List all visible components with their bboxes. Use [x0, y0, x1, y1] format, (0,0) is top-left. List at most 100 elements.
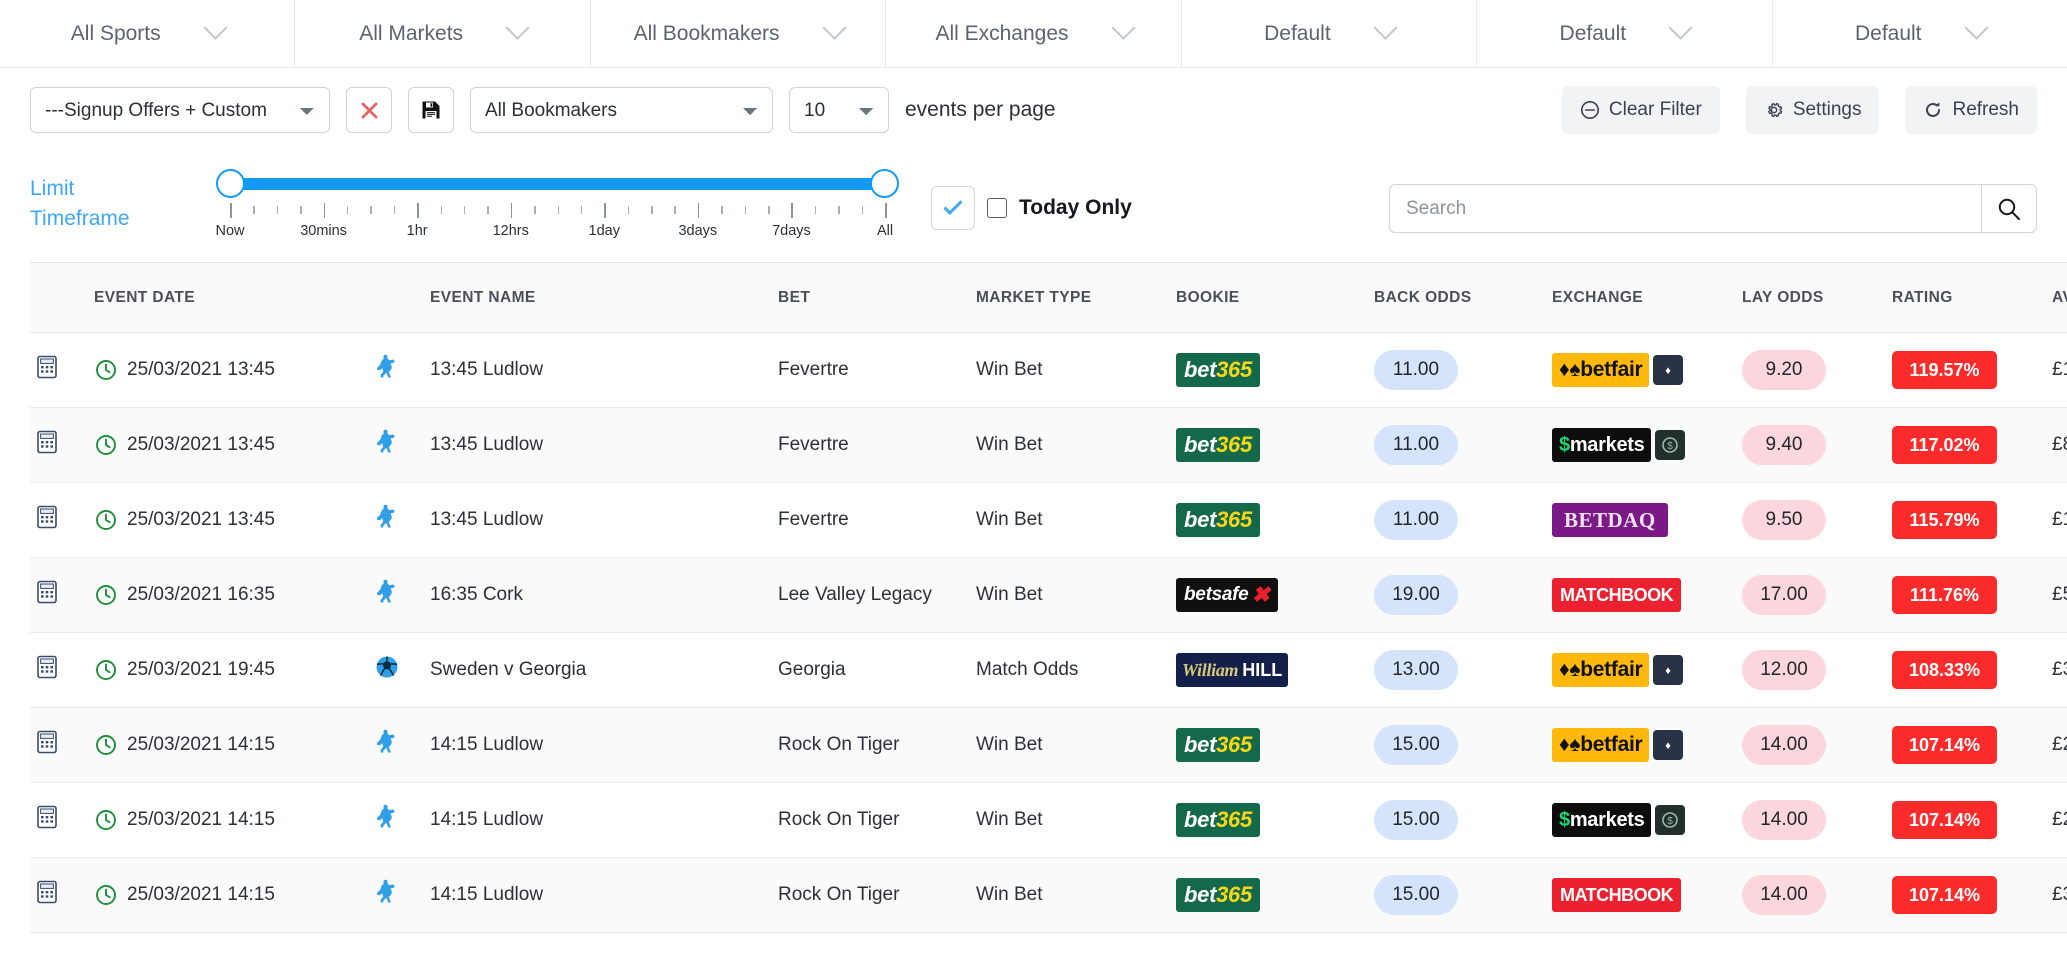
top-filter-default-1[interactable]: Default: [1182, 0, 1478, 67]
cell-bookie[interactable]: bet 365: [1170, 482, 1368, 558]
cell-exchange[interactable]: BETDAQ: [1546, 482, 1736, 558]
matchbook-exchange[interactable]: MATCHBOOK: [1552, 578, 1730, 612]
delete-preset-button[interactable]: [346, 87, 392, 133]
bet365-logo[interactable]: bet 365: [1176, 353, 1260, 387]
table-row[interactable]: 25/03/2021 13:45 13:45 Ludlow Fevertre Win …: [30, 332, 2067, 408]
cell-event-name[interactable]: 13:45 Ludlow: [424, 407, 772, 483]
calculator-icon[interactable]: [36, 655, 58, 679]
apply-filter-checkbox[interactable]: [931, 186, 975, 230]
smarkets-exchange[interactable]: $ markets $: [1552, 803, 1730, 837]
calculator-icon[interactable]: [36, 730, 58, 754]
table-row[interactable]: 25/03/2021 19:45 Sweden v Georgia Georgia M…: [30, 632, 2067, 708]
today-only-checkbox[interactable]: [987, 198, 1007, 218]
table-row[interactable]: 25/03/2021 14:15 14:15 Ludlow Rock On Tige…: [30, 707, 2067, 783]
cell-calculator[interactable]: [30, 782, 88, 858]
betdaq-exchange[interactable]: BETDAQ: [1552, 503, 1730, 537]
table-header-market_type[interactable]: MARKET TYPE: [970, 262, 1170, 333]
bet365-logo[interactable]: bet 365: [1176, 728, 1260, 762]
matchbook-exchange[interactable]: MATCHBOOK: [1552, 878, 1730, 912]
cell-calculator[interactable]: [30, 482, 88, 558]
table-header-exchange[interactable]: EXCHANGE: [1546, 262, 1736, 333]
events-per-page-select[interactable]: 10: [789, 87, 889, 133]
calculator-icon[interactable]: [36, 355, 58, 379]
top-filter-bookmakers[interactable]: All Bookmakers: [591, 0, 887, 67]
preset-select[interactable]: ---Signup Offers + Custom: [30, 87, 330, 133]
top-filter-default-3[interactable]: Default: [1773, 0, 2067, 67]
cell-event-name[interactable]: 13:45 Ludlow: [424, 332, 772, 408]
table-header-event_name[interactable]: EVENT NAME: [424, 262, 772, 333]
betfair-exchange[interactable]: ♦♠betfair ♦: [1552, 653, 1730, 687]
bet365-logo[interactable]: bet 365: [1176, 428, 1260, 462]
cell-exchange[interactable]: MATCHBOOK: [1546, 857, 1736, 933]
calculator-icon[interactable]: [36, 430, 58, 454]
bet365-logo[interactable]: bet 365: [1176, 503, 1260, 537]
cell-event-name[interactable]: 14:15 Ludlow: [424, 782, 772, 858]
cell-bookie[interactable]: bet 365: [1170, 707, 1368, 783]
clear-filter-button[interactable]: Clear Filter: [1561, 86, 1720, 134]
cell-exchange[interactable]: MATCHBOOK: [1546, 557, 1736, 633]
cell-exchange[interactable]: $ markets $: [1546, 407, 1736, 483]
top-filter-exchanges[interactable]: All Exchanges: [886, 0, 1182, 67]
cell-exchange[interactable]: ♦♠betfair ♦: [1546, 632, 1736, 708]
betsafe-logo[interactable]: betsafe ✖: [1176, 578, 1278, 612]
calculator-icon[interactable]: [36, 580, 58, 604]
cell-market-type: Match Odds: [970, 632, 1170, 708]
betfair-exchange[interactable]: ♦♠betfair ♦: [1552, 728, 1730, 762]
timeframe-slider[interactable]: Now 30mins 1hr 12hrs 1day 3days 7days All: [215, 164, 899, 245]
cell-event-name[interactable]: Sweden v Georgia: [424, 632, 772, 708]
bet365-logo[interactable]: bet 365: [1176, 878, 1260, 912]
cell-event-name[interactable]: 13:45 Ludlow: [424, 482, 772, 558]
cell-calculator[interactable]: [30, 707, 88, 783]
table-row[interactable]: 25/03/2021 16:35 16:35 Cork Lee Valley Leg…: [30, 557, 2067, 633]
slider-track[interactable]: [216, 169, 899, 198]
cell-calculator[interactable]: [30, 857, 88, 933]
smarkets-exchange[interactable]: $ markets $: [1552, 428, 1730, 462]
table-header-event_date[interactable]: EVENT DATE: [88, 262, 368, 333]
table-header-calc[interactable]: [30, 262, 88, 333]
cell-calculator[interactable]: [30, 332, 88, 408]
table-row[interactable]: 25/03/2021 14:15 14:15 Ludlow Rock On Tige…: [30, 782, 2067, 858]
cell-exchange[interactable]: $ markets $: [1546, 782, 1736, 858]
table-header-bookie[interactable]: BOOKIE: [1170, 262, 1368, 333]
calculator-icon[interactable]: [36, 805, 58, 829]
cell-calculator[interactable]: [30, 407, 88, 483]
slider-handle-start[interactable]: [216, 169, 245, 198]
search-input[interactable]: [1389, 184, 1981, 233]
settings-button[interactable]: Settings: [1745, 86, 1880, 134]
table-header-rating[interactable]: RATING: [1886, 262, 2046, 333]
cell-event-name[interactable]: 14:15 Ludlow: [424, 707, 772, 783]
cell-calculator[interactable]: [30, 632, 88, 708]
cell-event-name[interactable]: 14:15 Ludlow: [424, 857, 772, 933]
cell-bookie[interactable]: bet 365: [1170, 332, 1368, 408]
william-hill-logo[interactable]: William HILL: [1176, 653, 1289, 687]
cell-bookie[interactable]: betsafe ✖: [1170, 557, 1368, 633]
table-header-lay_odds[interactable]: LAY ODDS: [1736, 262, 1886, 333]
slider-handle-end[interactable]: [870, 169, 899, 198]
table-row[interactable]: 25/03/2021 14:15 14:15 Ludlow Rock On Tige…: [30, 857, 2067, 933]
cell-exchange[interactable]: ♦♠betfair ♦: [1546, 707, 1736, 783]
cell-bookie[interactable]: bet 365: [1170, 407, 1368, 483]
cell-bookie[interactable]: William HILL: [1170, 632, 1368, 708]
bookmakers-select[interactable]: All Bookmakers: [470, 87, 773, 133]
search-button[interactable]: [1981, 184, 2037, 233]
refresh-button[interactable]: Refresh: [1905, 86, 2037, 134]
cell-calculator[interactable]: [30, 557, 88, 633]
table-header-back_odds[interactable]: BACK ODDS: [1368, 262, 1546, 333]
calculator-icon[interactable]: [36, 505, 58, 529]
save-preset-button[interactable]: [408, 87, 454, 133]
cell-bookie[interactable]: bet 365: [1170, 857, 1368, 933]
bet365-logo[interactable]: bet 365: [1176, 803, 1260, 837]
table-row[interactable]: 25/03/2021 13:45 13:45 Ludlow Fevertre Win …: [30, 482, 2067, 558]
table-row[interactable]: 25/03/2021 13:45 13:45 Ludlow Fevertre Win …: [30, 407, 2067, 483]
top-filter-sports[interactable]: All Sports: [0, 0, 296, 67]
table-header-sport[interactable]: [368, 262, 424, 333]
betfair-exchange[interactable]: ♦♠betfair ♦: [1552, 353, 1730, 387]
table-header-bet[interactable]: BET: [772, 262, 970, 333]
calculator-icon[interactable]: [36, 880, 58, 904]
cell-event-name[interactable]: 16:35 Cork: [424, 557, 772, 633]
table-header-avail[interactable]: AVAIL.: [2046, 262, 2067, 333]
cell-exchange[interactable]: ♦♠betfair ♦: [1546, 332, 1736, 408]
cell-bookie[interactable]: bet 365: [1170, 782, 1368, 858]
top-filter-default-2[interactable]: Default: [1477, 0, 1773, 67]
top-filter-markets[interactable]: All Markets: [295, 0, 591, 67]
